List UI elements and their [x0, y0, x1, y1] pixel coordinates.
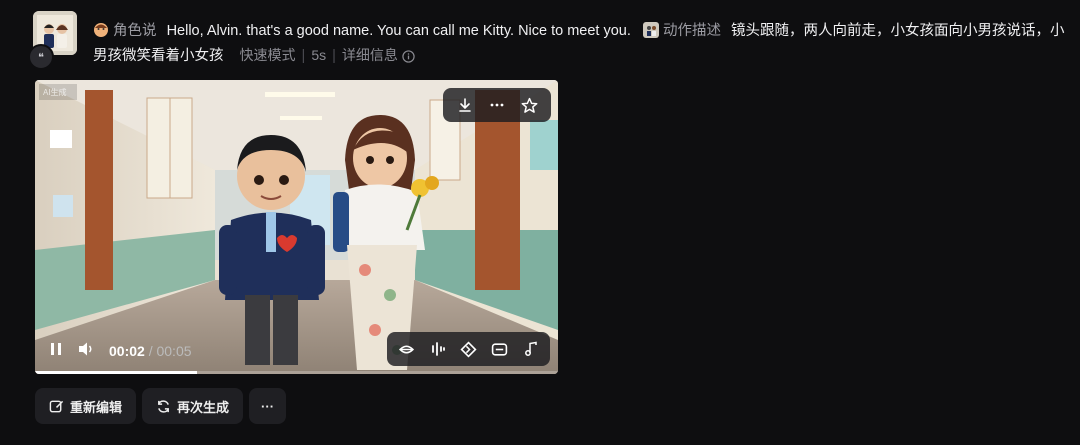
download-icon — [459, 98, 471, 112]
more-actions-label: ··· — [261, 398, 275, 414]
video-top-toolbar — [443, 88, 551, 122]
video-progress-fill — [35, 371, 198, 374]
character-icon — [94, 23, 108, 37]
refresh-icon — [158, 399, 169, 413]
message-text: 角色说 Hello, Alvin. that's a good name. Yo… — [93, 19, 1068, 68]
role-tag: 角色说 — [93, 23, 161, 39]
time-display: 00:02 / 00:05 — [109, 343, 192, 359]
role-tag-label: 角色说 — [113, 23, 157, 39]
info-icon — [402, 50, 415, 63]
divider: | — [332, 48, 336, 64]
download-button[interactable] — [449, 88, 481, 122]
volume-button[interactable] — [77, 341, 95, 360]
dialogue-text: Hello, Alvin. that's a good name. You ca… — [166, 23, 631, 39]
video-feature-toolbar — [387, 332, 550, 366]
lip-sync-button[interactable] — [391, 332, 422, 366]
time-separator: / — [148, 342, 153, 359]
edit-icon — [49, 400, 64, 412]
volume-icon — [79, 342, 92, 356]
more-icon — [490, 103, 504, 107]
details-label: 详细信息 — [341, 47, 398, 63]
diamond-icon — [460, 340, 477, 358]
music-button[interactable] — [515, 332, 546, 366]
pause-icon — [51, 343, 61, 355]
playback-controls: 00:02 / 00:05 — [49, 341, 192, 360]
action-bar: 重新编辑 再次生成 ··· — [35, 388, 287, 424]
audio-wave-icon — [431, 342, 445, 356]
audio-button[interactable] — [422, 332, 453, 366]
star-icon — [521, 97, 537, 113]
action-tag-label: 动作描述 — [662, 23, 721, 39]
mode-label: 快速模式 — [239, 47, 296, 63]
video-player[interactable]: AI生成 00:02 / 00:05 — [35, 80, 558, 374]
regenerate-button[interactable]: 再次生成 — [142, 388, 244, 424]
ai-watermark: AI生成 — [43, 88, 67, 97]
reedit-label: 重新编辑 — [70, 399, 123, 415]
reedit-button[interactable]: 重新编辑 — [35, 388, 137, 424]
more-actions-button[interactable]: ··· — [249, 388, 287, 424]
duration-label: 5s — [311, 47, 327, 63]
total-time: 00:05 — [156, 342, 192, 359]
details-link[interactable]: 详细信息 — [342, 47, 415, 63]
quote-icon: ❝ — [28, 44, 54, 70]
link-icon — [398, 345, 415, 353]
regenerate-label: 再次生成 — [177, 399, 230, 415]
enhance-button[interactable] — [453, 332, 484, 366]
music-icon — [524, 341, 537, 356]
pause-button[interactable] — [49, 342, 63, 359]
action-icon — [642, 22, 659, 38]
divider: | — [301, 48, 306, 64]
video-progress-bar[interactable] — [35, 371, 558, 374]
action-tag: 动作描述 — [642, 22, 725, 39]
video-frame — [35, 80, 558, 374]
subtitle-icon — [491, 342, 508, 356]
favorite-button[interactable] — [513, 88, 545, 122]
more-options-button[interactable] — [481, 88, 513, 122]
current-time: 00:02 — [109, 342, 145, 359]
subtitle-button[interactable] — [484, 332, 515, 366]
